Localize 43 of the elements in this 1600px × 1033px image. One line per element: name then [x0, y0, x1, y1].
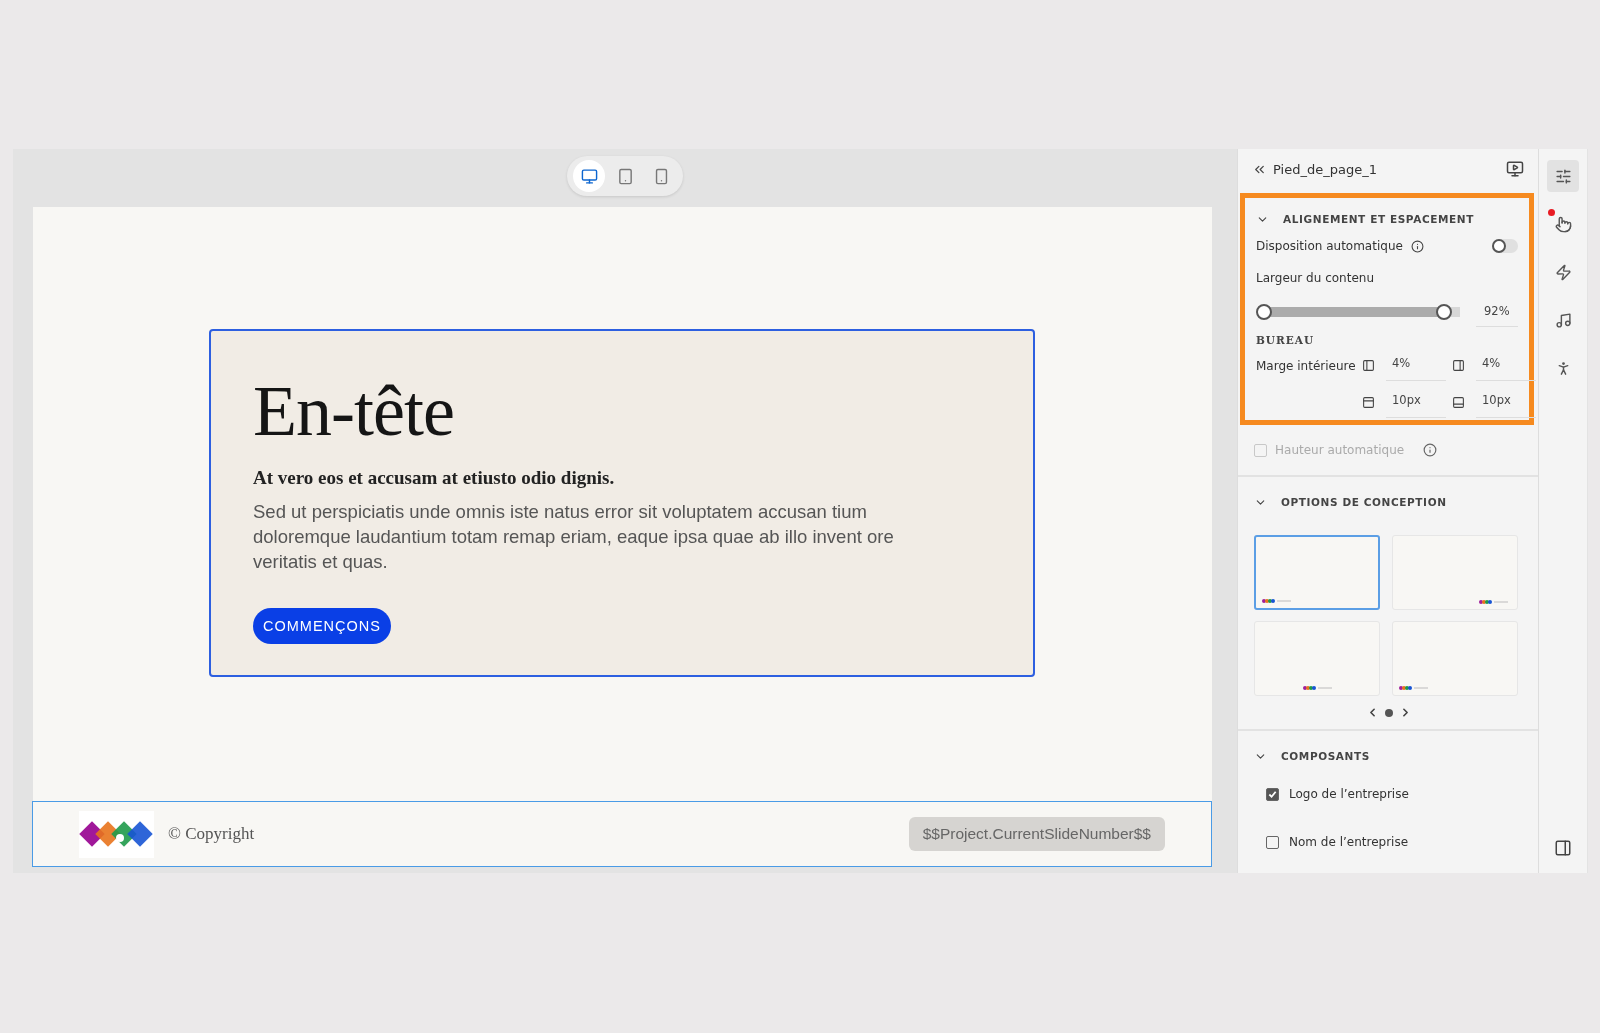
heading: En-tête: [253, 375, 455, 447]
padding-field[interactable]: 4%: [1386, 350, 1446, 381]
component-label: Logo de l’entreprise: [1289, 787, 1409, 801]
auto-layout-label: Disposition automatique: [1256, 239, 1403, 253]
auto-height-label: Hauteur automatique: [1275, 443, 1406, 457]
properties-tool-button[interactable]: [1547, 160, 1579, 192]
padding-label: Marge intérieure: [1256, 358, 1356, 373]
breakpoint-label: BUREAU: [1256, 334, 1315, 346]
thumbnail-footer-drawing: [1303, 686, 1333, 690]
lightning-icon: [1554, 263, 1572, 281]
content-width-value[interactable]: 92%: [1476, 297, 1518, 327]
tablet-icon: [616, 167, 634, 185]
panel-title: Pied_de_page_1: [1273, 161, 1377, 177]
padding-field[interactable]: 10px: [1476, 387, 1536, 418]
start-button[interactable]: COMMENÇONS: [253, 608, 391, 644]
desktop-view-button[interactable]: [573, 160, 605, 192]
design-thumbnail[interactable]: [1254, 535, 1380, 610]
hand-pointer-icon: [1554, 215, 1572, 233]
thumbnail-footer-drawing: [1262, 599, 1292, 603]
music-note-icon: [1554, 311, 1572, 329]
info-icon[interactable]: [1423, 443, 1437, 457]
body-text: Sed ut perspiciatis unde omnis iste natus error sit voluptatem accusan tium doloremque laudantium totam remap eriam, eaque ipsa quae ab illo invent ore veritatis et quas.: [253, 500, 895, 574]
copyright-text: © Copyright: [168, 824, 255, 844]
preview-icon[interactable]: [1506, 160, 1524, 178]
panel-icon[interactable]: [1554, 839, 1572, 857]
component-label: Nom de l’entreprise: [1289, 835, 1409, 849]
padding-field[interactable]: 10px: [1386, 387, 1446, 418]
sliders-icon: [1554, 167, 1572, 185]
section-title: ALIGNEMENT ET ESPACEMENT: [1283, 213, 1474, 225]
desktop-icon: [580, 167, 598, 185]
content-width-label: Largeur du contenu: [1256, 271, 1374, 285]
section-title: OPTIONS DE CONCEPTION: [1281, 496, 1447, 508]
slide-number-field: $$Project.CurrentSlideNumber$$: [908, 817, 1165, 851]
page-dot[interactable]: [1385, 708, 1393, 717]
component-checkbox[interactable]: [1266, 835, 1279, 849]
auto-layout-switch[interactable]: [1492, 239, 1518, 253]
section-title: COMPOSANTS: [1281, 750, 1370, 762]
padding-field[interactable]: 4%: [1476, 350, 1536, 381]
thumbnail-footer-drawing: [1399, 686, 1429, 690]
info-icon[interactable]: [1410, 239, 1424, 253]
subheading: At vero eos et accusam at etiusto odio dignis.: [253, 467, 616, 489]
component-checkbox[interactable]: [1266, 787, 1279, 801]
thumbnail-footer-drawing: [1479, 600, 1509, 604]
